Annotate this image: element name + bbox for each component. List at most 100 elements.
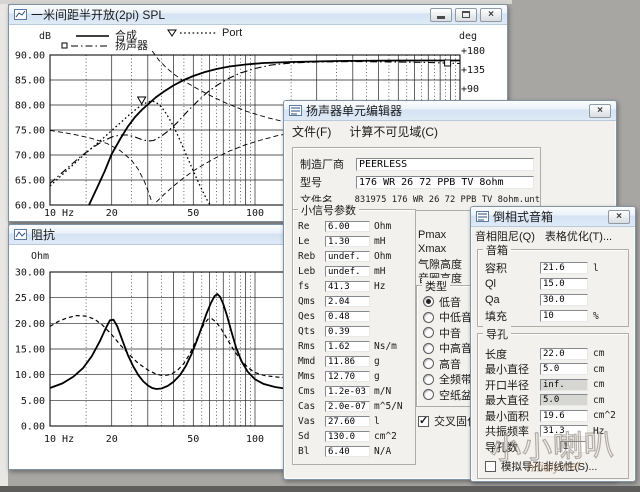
port-param-input[interactable]	[540, 379, 588, 391]
box-param-label: Ql	[485, 278, 540, 290]
close-icon: ×	[488, 9, 494, 20]
port-param-input[interactable]	[540, 394, 588, 406]
checkbox-icon[interactable]	[418, 416, 429, 427]
param-name: Reb	[298, 251, 325, 262]
maximize-button[interactable]	[455, 8, 477, 22]
editor-window-title: 扬声器单元编辑器	[306, 102, 402, 119]
background-strip-bottom	[0, 486, 640, 492]
minimize-button[interactable]	[430, 8, 452, 22]
param-input[interactable]	[325, 356, 370, 367]
svg-text:10 Hz: 10 Hz	[44, 208, 74, 219]
spl-titlebar[interactable]: 一米间距半开放(2pi) SPL ×	[9, 5, 507, 25]
param-row: Cms m/N	[293, 384, 415, 399]
large-signal-label: Xmax	[418, 243, 462, 257]
port-param-row: 导孔数	[478, 439, 628, 455]
param-row: Qms	[293, 294, 415, 309]
port-param-label: 开口半径	[485, 377, 540, 393]
enclosure-titlebar[interactable]: 倒相式音箱 ×	[471, 207, 635, 227]
param-input[interactable]	[325, 446, 370, 457]
background-strip-left	[0, 0, 8, 486]
port-param-input[interactable]	[540, 348, 588, 360]
cross-checkbox-row[interactable]: 交叉固化	[418, 413, 478, 429]
radio-icon[interactable]	[423, 358, 434, 369]
svg-text:+90: +90	[461, 84, 479, 95]
port-param-row: 最小面积 cm^2	[478, 408, 628, 424]
menu-item[interactable]: 计算不可见域(C)	[349, 123, 438, 140]
radio-icon[interactable]	[423, 343, 434, 354]
box-param-input[interactable]	[540, 262, 588, 274]
param-unit: Ohm	[374, 251, 391, 262]
param-input[interactable]	[325, 371, 370, 382]
param-input[interactable]	[325, 386, 370, 397]
param-input[interactable]	[325, 326, 370, 337]
param-input[interactable]	[325, 416, 370, 427]
param-name: Mms	[298, 371, 325, 382]
param-input[interactable]	[325, 236, 370, 247]
port-group: 导孔 长度 cm 最小直径 cm 开口半径 cm	[477, 333, 629, 479]
radio-icon[interactable]	[423, 374, 434, 385]
box-param-input[interactable]	[540, 310, 588, 322]
param-row: Mms g	[293, 369, 415, 384]
port-param-unit: cm	[593, 379, 604, 390]
filename-value: 831975 176 WR 26 72 PPB TV 8ohm.unt	[355, 195, 540, 205]
checkbox-icon[interactable]	[485, 461, 496, 472]
enclosure-window-title: 倒相式音箱	[493, 208, 553, 225]
box-param-unit: %	[593, 311, 599, 322]
type-option-label: 空纸盆	[439, 387, 472, 403]
port-param-label: 长度	[485, 346, 540, 362]
param-unit: mH	[374, 236, 385, 247]
port-param-input[interactable]	[540, 410, 588, 422]
radio-icon[interactable]	[423, 296, 434, 307]
svg-text:0.00: 0.00	[21, 422, 45, 433]
close-icon: ×	[616, 211, 622, 222]
param-input[interactable]	[325, 266, 370, 277]
box-param-label: Qa	[485, 294, 540, 306]
close-button[interactable]: ×	[589, 104, 611, 118]
spl-window-title: 一米间距半开放(2pi) SPL	[31, 6, 165, 23]
box-param-input[interactable]	[540, 294, 588, 306]
param-input[interactable]	[325, 251, 370, 262]
radio-icon[interactable]	[423, 312, 434, 323]
type-option-label: 中音	[439, 325, 461, 341]
menu-item[interactable]: 文件(F)	[292, 123, 331, 140]
close-button[interactable]: ×	[608, 210, 630, 224]
svg-text:+135: +135	[461, 65, 485, 76]
param-input[interactable]	[325, 221, 370, 232]
small-signal-group: 小信号参数 Re Ohm Le mH Reb Ohm	[292, 209, 416, 465]
type-option-label: 中低音	[439, 309, 472, 325]
port-param-input[interactable]	[560, 441, 586, 453]
port-param-input[interactable]	[540, 363, 588, 375]
param-row: Le mH	[293, 234, 415, 249]
param-unit: m/N	[374, 386, 391, 397]
param-input[interactable]	[325, 401, 370, 412]
editor-titlebar[interactable]: 扬声器单元编辑器 ×	[284, 101, 616, 121]
param-input[interactable]	[325, 341, 370, 352]
nonlinear-checkbox-row[interactable]: 模拟导孔非线性(S)...	[485, 459, 628, 474]
svg-text:60.00: 60.00	[15, 201, 45, 212]
port-param-input[interactable]	[540, 425, 588, 437]
param-input[interactable]	[325, 311, 370, 322]
port-param-unit: cm^2	[593, 410, 616, 421]
manufacturer-input[interactable]	[356, 158, 534, 171]
param-name: Cms	[298, 386, 325, 397]
param-input[interactable]	[325, 281, 370, 292]
model-input[interactable]	[356, 176, 534, 189]
box-param-input[interactable]	[540, 278, 588, 290]
param-input[interactable]	[325, 431, 370, 442]
large-signal-labels: PmaxXmax气隙高度音圈高度	[418, 229, 462, 283]
close-button[interactable]: ×	[480, 8, 502, 22]
manufacturer-label: 制造厂商	[300, 156, 356, 172]
chart-window-icon	[14, 9, 27, 20]
svg-text:50: 50	[187, 434, 199, 445]
enclosure-window: 倒相式音箱 × 音相阻尼(Q)表格优化(T)... 音箱 容积 l Ql	[470, 206, 636, 482]
param-unit: Ns/m	[374, 341, 397, 352]
svg-text:20.00: 20.00	[15, 319, 45, 330]
menu-item[interactable]: 表格优化(T)...	[545, 228, 612, 244]
small-signal-group-label: 小信号参数	[298, 202, 359, 218]
param-input[interactable]	[325, 296, 370, 307]
svg-text:100: 100	[246, 208, 264, 219]
radio-icon[interactable]	[423, 327, 434, 338]
radio-icon[interactable]	[423, 389, 434, 400]
port-param-unit: Hz	[593, 426, 604, 437]
box-param-label: 容积	[485, 260, 540, 276]
